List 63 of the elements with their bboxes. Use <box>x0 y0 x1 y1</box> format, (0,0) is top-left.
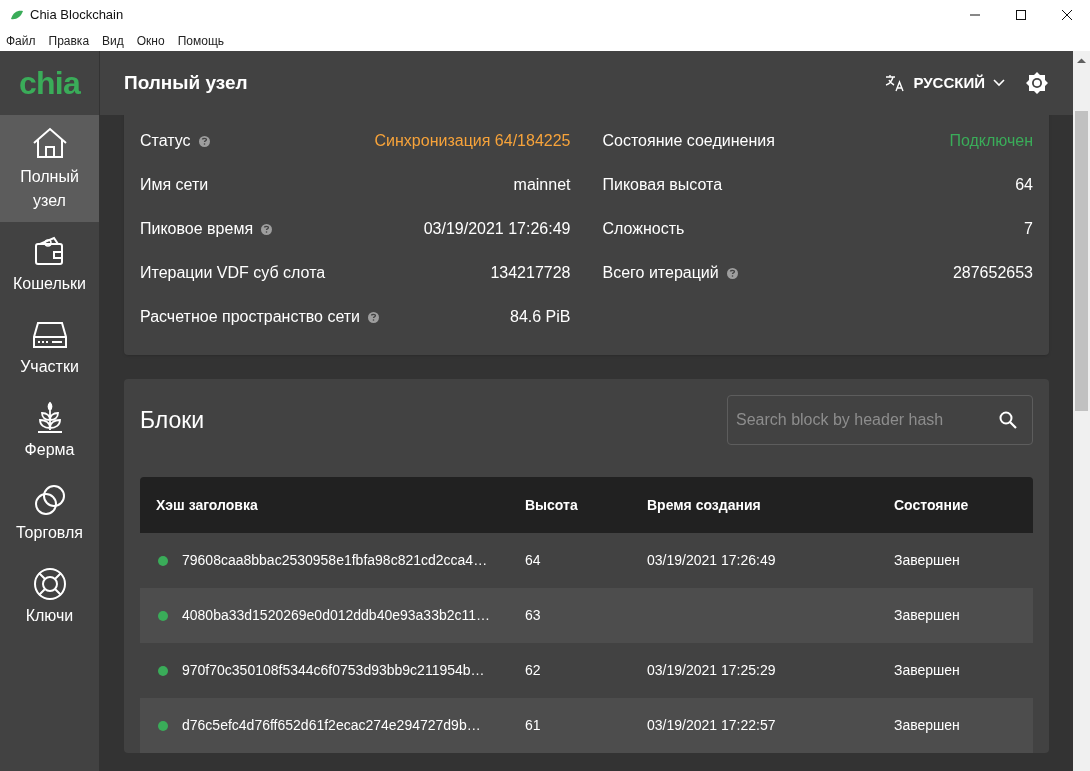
info-label: Сложность <box>602 219 685 239</box>
menu-item[interactable]: Правка <box>48 31 90 50</box>
table-cell-text: 970f70c350108f5344c6f0753d93bb9c211954b… <box>182 661 485 680</box>
menu-item[interactable]: Окно <box>136 31 165 50</box>
info-label: Итерации VDF суб слота <box>140 263 326 283</box>
table-cell: Завершен <box>894 717 960 733</box>
table-cell: 03/19/2021 17:22:57 <box>647 717 776 733</box>
table-row[interactable]: 4080ba33d1520269e0d012ddb40e93a33b2c11… 63 Завершен <box>140 588 1033 643</box>
column-header: Время создания <box>647 495 762 515</box>
table-cell: 64 <box>525 552 541 568</box>
table-row[interactable]: d76c5efc4d76ff652d61f2ecac274e294727d9b… 61 03/19/2021 17:22:57 Завершен <box>140 698 1033 753</box>
table-cell: 61 <box>525 717 541 733</box>
column-header: Состояние <box>894 495 970 515</box>
table-cell-text: 4080ba33d1520269e0d012ddb40e93a33b2c11… <box>182 606 491 625</box>
info-label: Пиковая высота <box>602 175 723 195</box>
close-icon[interactable] <box>1061 9 1073 21</box>
info-value: 287652653 <box>952 263 1033 283</box>
table-cell-text: d76c5efc4d76ff652d61f2ecac274e294727d9b… <box>182 716 481 735</box>
menu-item[interactable]: Помощь <box>177 31 225 50</box>
info-value: 64 <box>1015 175 1033 195</box>
info-label: Всего итераций <box>602 263 719 283</box>
page-title: Полный узел <box>124 70 248 95</box>
chevron-down-icon <box>993 79 1005 87</box>
info-label: Расчетное пространство сети <box>140 307 360 327</box>
info-value: Синхронизация 64/184225 <box>374 131 571 151</box>
info-label: Статус <box>140 131 191 151</box>
menu-item[interactable]: Файл <box>6 31 36 50</box>
sidebar-item[interactable]: Ферма <box>0 388 99 471</box>
info-value: mainnet <box>513 175 571 195</box>
info-value: 84.6 PiB <box>510 307 571 327</box>
table-cell: 03/19/2021 17:26:49 <box>647 552 776 568</box>
sidebar-item[interactable]: Участки <box>0 305 99 388</box>
sidebar-item[interactable]: Полный узел <box>0 115 99 222</box>
search-icon <box>998 410 1018 430</box>
info-label: Состояние соединения <box>602 131 775 151</box>
logo: chia <box>19 64 80 103</box>
section-title: Блоки <box>140 405 205 435</box>
info-value: 7 <box>1024 219 1033 239</box>
info-value: 134217728 <box>490 263 571 283</box>
sidebar-item[interactable]: Ключи <box>0 554 99 637</box>
info-value: 03/19/2021 17:26:49 <box>423 219 571 239</box>
table-cell-text: 79608caa8bbac2530958e1fbfa98c821cd2cca4… <box>182 551 488 570</box>
table-cell: 63 <box>525 607 541 623</box>
info-label: Пиковое время <box>140 219 254 239</box>
table-cell: 62 <box>525 662 541 678</box>
table-cell: 03/19/2021 17:25:29 <box>647 662 776 678</box>
translate-icon <box>885 74 906 92</box>
menu-item[interactable]: Вид <box>102 31 124 50</box>
search-field[interactable]: Search block by header hash <box>727 395 1033 445</box>
leaf-icon <box>10 10 24 20</box>
info-value: Подключен <box>949 131 1033 151</box>
column-header: Высота <box>525 495 579 515</box>
sidebar-item[interactable]: Кошельки <box>0 222 99 305</box>
language-selector[interactable]: РУССКИЙ <box>885 71 1005 95</box>
table-cell: Завершен <box>894 662 960 678</box>
column-header: Хэш заголовка <box>155 495 259 515</box>
info-label: Имя сети <box>140 175 209 195</box>
table-cell: Завершен <box>894 607 960 623</box>
settings-icon[interactable] <box>1025 71 1049 95</box>
table-cell: Завершен <box>894 552 960 568</box>
sidebar-item[interactable]: Торговля <box>0 471 99 554</box>
maximize-icon[interactable] <box>1015 9 1027 21</box>
window-title: Chia Blockchain <box>30 6 124 25</box>
